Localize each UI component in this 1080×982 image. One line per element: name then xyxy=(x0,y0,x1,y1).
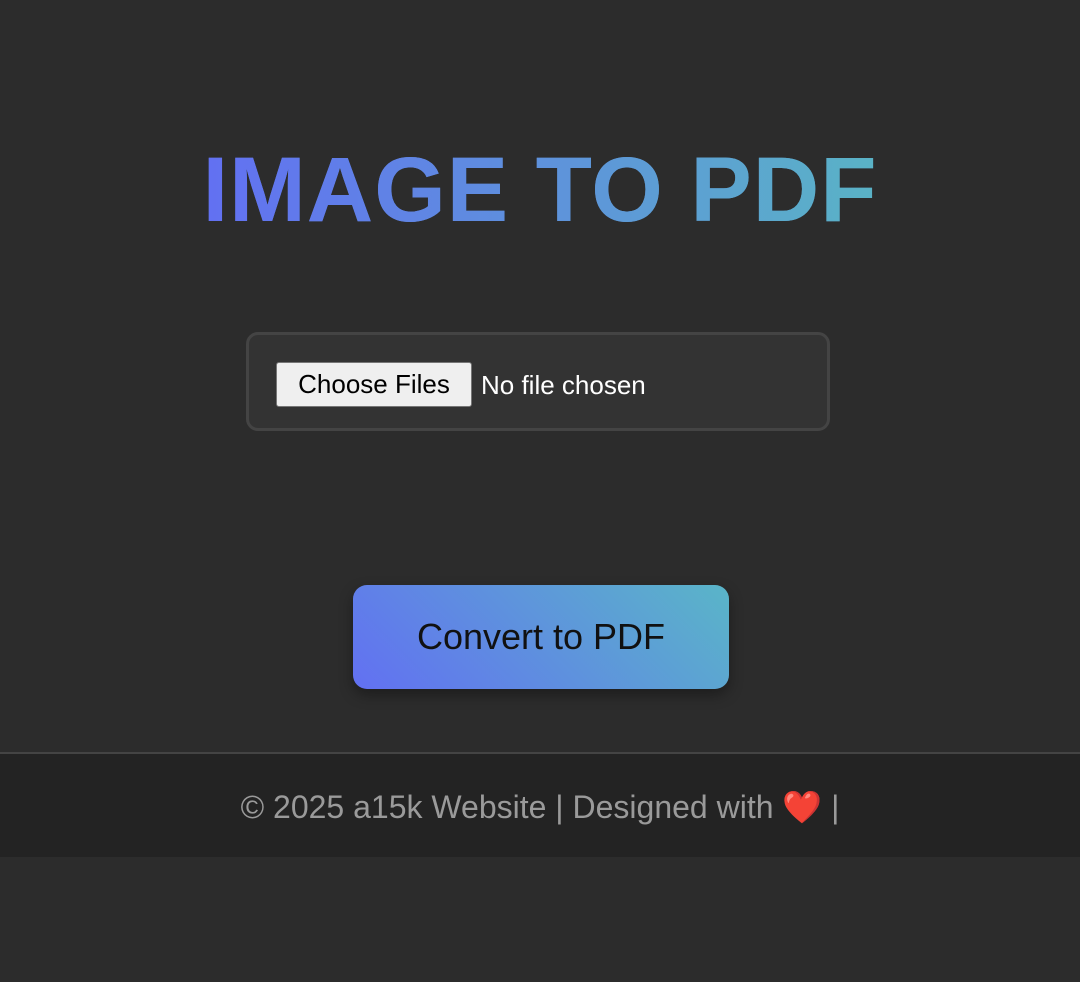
footer: © 2025 a15k Website | Designed with ❤️ | xyxy=(0,752,1080,857)
page-title: IMAGE TO PDF xyxy=(0,140,1080,240)
heart-icon: ❤️ xyxy=(782,789,823,825)
choose-files-button[interactable]: Choose Files xyxy=(276,362,472,407)
page-title-text: IMAGE TO PDF xyxy=(202,139,878,241)
footer-text: © 2025 a15k Website | Designed with ❤️ | xyxy=(241,787,840,827)
footer-copyright: © 2025 a15k Website | Designed with xyxy=(240,789,783,825)
file-upload-container: Choose Files No file chosen xyxy=(246,332,830,431)
footer-separator: | xyxy=(822,789,840,825)
file-status-text: No file chosen xyxy=(481,370,646,400)
convert-to-pdf-button[interactable]: Convert to PDF xyxy=(353,585,729,689)
